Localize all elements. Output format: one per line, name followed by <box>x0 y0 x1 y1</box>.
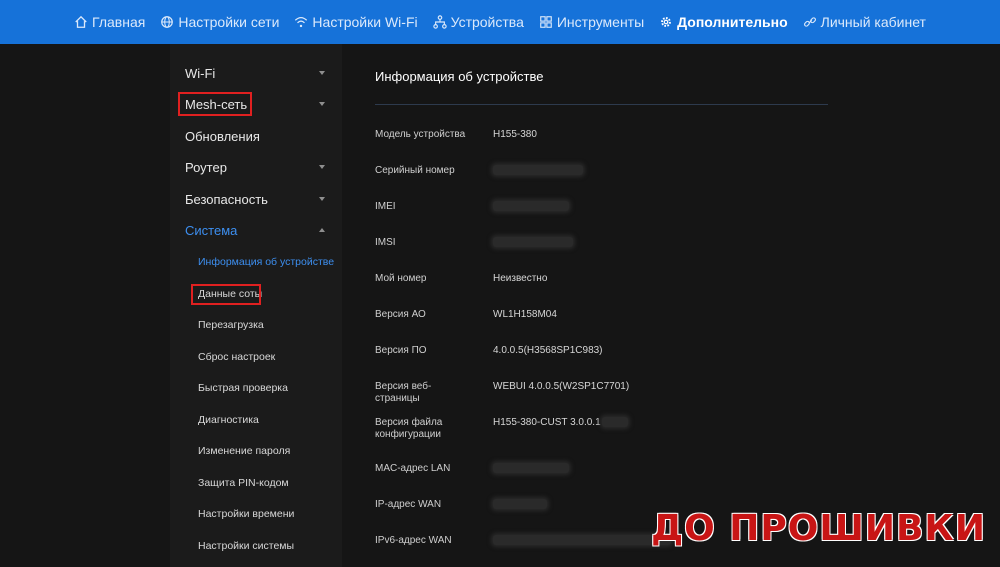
chevron-down-icon <box>319 71 325 75</box>
info-value-model: H155-380 <box>493 129 537 140</box>
chevron-down-icon <box>319 197 325 201</box>
redacted-value <box>493 499 547 510</box>
home-icon <box>75 15 87 28</box>
info-label-imei: IMEI <box>375 201 396 212</box>
sidebar-item-updates[interactable]: Обновления <box>185 124 335 148</box>
highlight-box-cell-data <box>191 284 261 305</box>
globe-icon <box>161 16 174 28</box>
nav-home[interactable]: Главная <box>74 14 145 30</box>
sidebar-subitem-diagnostics[interactable]: Диагностика <box>198 411 259 429</box>
info-value-mac-lan <box>493 463 569 475</box>
sidebar-item-system[interactable]: Система <box>185 218 335 242</box>
sidebar-item-router[interactable]: Роутер <box>185 155 335 179</box>
gear-icon <box>661 17 672 27</box>
info-value-imsi <box>493 237 573 249</box>
info-label-my-number: Мой номер <box>375 273 427 284</box>
info-value-my-number: Неизвестно <box>493 273 548 284</box>
info-value-ip-wan <box>493 499 547 511</box>
redacted-value <box>601 417 628 428</box>
nav-wifi-settings[interactable]: Настройки Wi-Fi <box>294 14 418 30</box>
nav-network-settings-label: Настройки сети <box>178 14 280 30</box>
sidebar-subitem-time-settings[interactable]: Настройки времени <box>198 505 294 523</box>
info-value-imei <box>493 201 569 213</box>
link-icon <box>803 17 816 27</box>
sidebar-subitem-change-password[interactable]: Изменение пароля <box>198 442 290 460</box>
info-value-ao-version: WL1H158M04 <box>493 309 557 320</box>
devices-icon <box>432 15 447 29</box>
info-label-ipv6-wan: IPv6-адрес WAN <box>375 535 452 546</box>
redacted-value <box>493 165 583 176</box>
nav-wifi-settings-label: Настройки Wi-Fi <box>312 14 418 30</box>
wifi-icon <box>295 17 308 28</box>
sidebar-subitem-quick-check[interactable]: Быстрая проверка <box>198 379 288 397</box>
nav-advanced[interactable]: Дополнительно <box>659 14 788 30</box>
sidebar: Wi-Fi Mesh-сеть Обновления Роутер Безопа… <box>170 44 342 567</box>
info-label-ao-version: Версия АО <box>375 309 426 320</box>
info-label-mac-lan: MAC-адрес LAN <box>375 463 451 474</box>
sidebar-item-security[interactable]: Безопасность <box>185 187 335 211</box>
chevron-up-icon <box>319 228 325 232</box>
title-divider <box>375 104 828 105</box>
sidebar-subitem-reboot[interactable]: Перезагрузка <box>198 316 264 334</box>
nav-devices-label: Устройства <box>450 14 524 30</box>
page-title: Информация об устройстве <box>375 69 544 84</box>
sidebar-item-label: Обновления <box>185 128 260 144</box>
main-content: Информация об устройстве Модель устройст… <box>342 44 1000 567</box>
nav-tools[interactable]: Инструменты <box>539 14 644 30</box>
nav-devices[interactable]: Устройства <box>432 14 524 30</box>
main-menu: Главная Настройки сети Настройки Wi-Fi У… <box>74 14 926 30</box>
chevron-down-icon <box>319 165 325 169</box>
info-label-webui-version: Версия веб-страницы <box>375 381 432 404</box>
sidebar-subitem-system-settings[interactable]: Настройки системы <box>198 537 294 555</box>
info-value-software-version: 4.0.0.5(H3568SP1C983) <box>493 345 603 356</box>
config-version-text: H155-380-CUST 3.0.0.1 <box>493 417 601 428</box>
info-label-imsi: IMSI <box>375 237 396 248</box>
sidebar-item-label: Wi-Fi <box>185 65 216 81</box>
nav-personal-account-label: Личный кабинет <box>820 14 926 30</box>
info-value-serial <box>493 165 583 177</box>
info-label-software-version: Версия ПО <box>375 345 427 356</box>
info-value-config-version: H155-380-CUST 3.0.0.1 <box>493 417 628 429</box>
nav-tools-label: Инструменты <box>556 14 645 30</box>
sidebar-item-label: Безопасность <box>185 191 268 207</box>
info-label-model: Модель устройства <box>375 129 466 140</box>
top-navigation-bar: Главная Настройки сети Настройки Wi-Fi У… <box>0 0 1000 44</box>
nav-personal-account[interactable]: Личный кабинет <box>803 14 926 30</box>
sidebar-subitem-pin-protection[interactable]: Защита PIN-кодом <box>198 474 289 492</box>
info-value-ipv6-wan <box>493 535 671 547</box>
redacted-value <box>493 237 573 248</box>
tools-grid-icon <box>540 16 552 28</box>
highlight-box-mesh <box>178 92 252 116</box>
redacted-value <box>493 535 671 546</box>
chevron-down-icon <box>319 102 325 106</box>
nav-network-settings[interactable]: Настройки сети <box>160 14 279 30</box>
sidebar-subitem-reset[interactable]: Сброс настроек <box>198 348 275 366</box>
sidebar-item-wifi[interactable]: Wi-Fi <box>185 61 335 85</box>
sidebar-item-label: Роутер <box>185 159 227 175</box>
info-value-webui-version: WEBUI 4.0.0.5(W2SP1C7701) <box>493 381 630 392</box>
sidebar-item-label: Система <box>185 222 238 238</box>
sidebar-subitem-device-info[interactable]: Информация об устройстве <box>198 253 334 271</box>
info-label-ip-wan: IP-адрес WAN <box>375 499 442 510</box>
watermark-caption: ДО ПРОШИВКИ <box>651 508 986 549</box>
redacted-value <box>493 201 569 212</box>
nav-advanced-label: Дополнительно <box>677 14 788 30</box>
nav-home-label: Главная <box>92 14 146 30</box>
info-label-config-version: Версия файла конфигурации <box>375 417 443 440</box>
info-label-serial: Серийный номер <box>375 165 455 176</box>
redacted-value <box>493 463 569 474</box>
